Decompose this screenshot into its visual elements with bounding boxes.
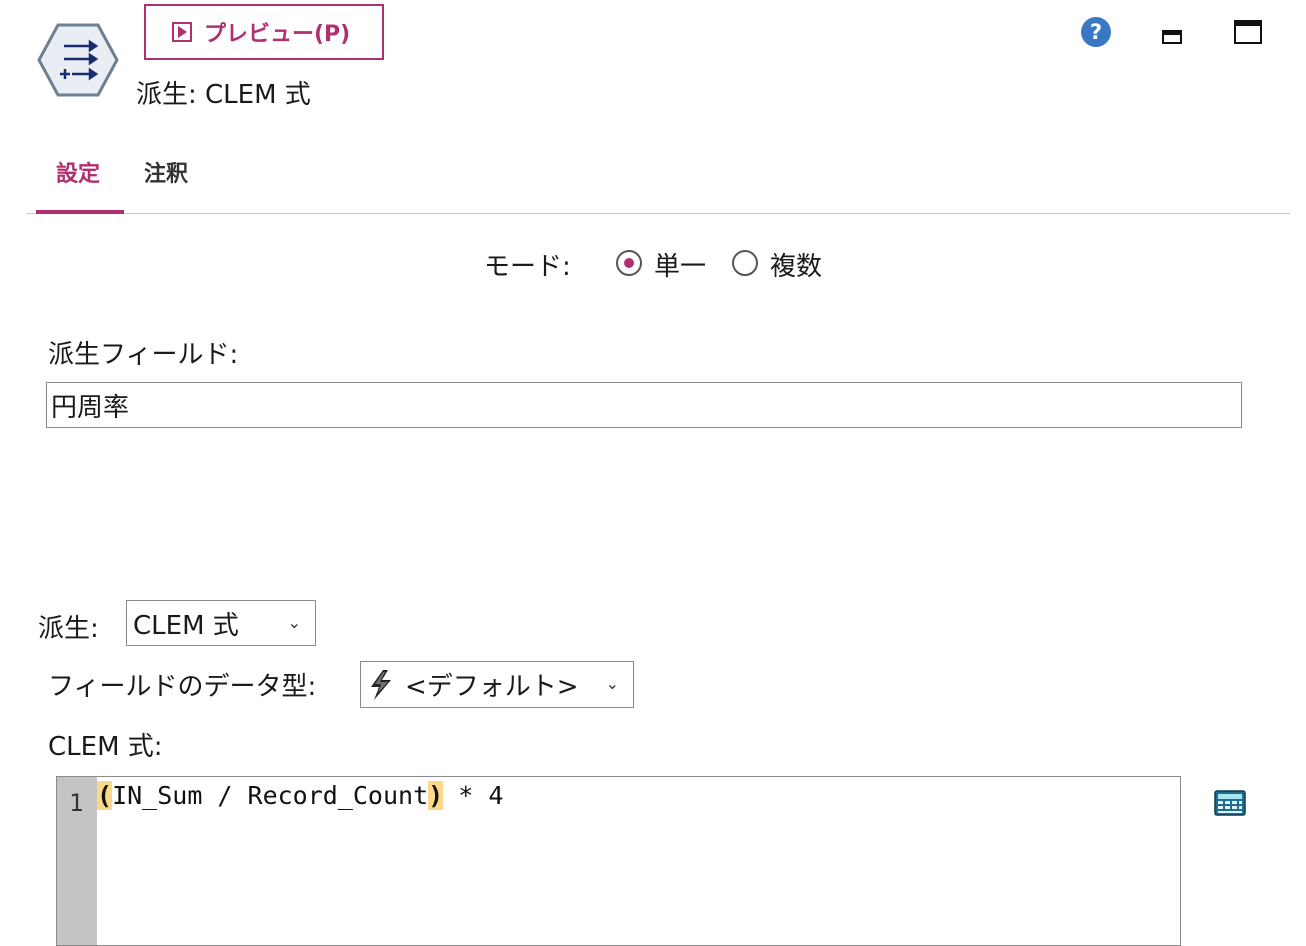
derive-as-select[interactable]: CLEM 式 ⌄ — [126, 600, 316, 646]
clem-expression-label: CLEM 式: — [48, 732, 163, 762]
svg-text:?: ? — [1090, 20, 1102, 44]
expression-tail-token: * 4 — [443, 781, 504, 810]
expression-body-token: IN_Sum / Record_Count — [112, 781, 429, 810]
minimize-icon[interactable] — [1162, 30, 1182, 44]
open-paren-token: ( — [97, 781, 113, 810]
mode-multiple-radio[interactable] — [732, 250, 758, 276]
clem-expression-editor[interactable]: 1 (IN_Sum / Record_Count) * 4 — [56, 776, 1181, 946]
field-type-label: フィールドのデータ型: — [48, 672, 317, 702]
chevron-down-icon: ⌄ — [605, 674, 619, 693]
tab-settings[interactable]: 設定 — [56, 156, 100, 188]
mode-single-radio[interactable] — [616, 250, 642, 276]
code-line[interactable]: (IN_Sum / Record_Count) * 4 — [97, 781, 503, 810]
node-title: 派生: CLEM 式 — [136, 80, 311, 110]
derive-as-label: 派生: — [38, 614, 99, 644]
calculator-icon[interactable] — [1214, 790, 1246, 816]
maximize-icon[interactable] — [1234, 20, 1262, 44]
mode-label: モード: — [484, 252, 571, 282]
tab-annotations[interactable]: 注釈 — [144, 156, 188, 188]
derive-as-value: CLEM 式 — [133, 610, 239, 641]
preview-button[interactable]: プレビュー(P) — [144, 4, 384, 60]
chevron-down-icon: ⌄ — [287, 613, 301, 632]
close-paren-token: ) — [428, 781, 444, 810]
play-icon — [172, 22, 192, 42]
bolt-icon — [371, 669, 391, 700]
mode-single-label[interactable]: 単一 — [654, 246, 706, 283]
derive-field-input[interactable]: 円周率 — [46, 382, 1242, 428]
line-number-gutter: 1 — [57, 777, 97, 945]
help-icon[interactable]: ? — [1080, 16, 1112, 48]
line-number: 1 — [69, 789, 84, 817]
derive-field-label: 派生フィールド: — [48, 340, 239, 370]
active-tab-indicator — [36, 210, 124, 214]
tab-divider — [26, 213, 1290, 214]
derive-node-icon — [37, 23, 119, 97]
preview-button-label: プレビュー(P) — [204, 22, 351, 47]
field-type-value: <デフォルト> — [405, 672, 579, 702]
mode-multiple-label[interactable]: 複数 — [770, 246, 822, 283]
field-type-select[interactable]: <デフォルト> ⌄ — [360, 661, 634, 708]
